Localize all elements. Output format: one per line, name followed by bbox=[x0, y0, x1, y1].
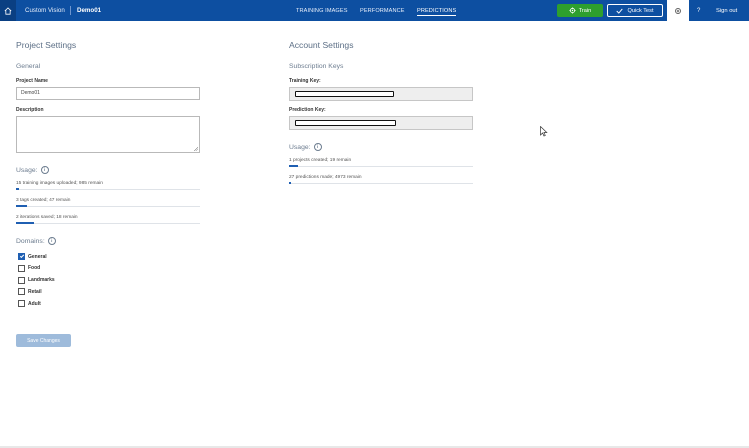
domain-label: Landmarks bbox=[28, 277, 55, 284]
check-icon bbox=[616, 8, 624, 14]
project-usage-progress-track bbox=[16, 188, 200, 190]
domain-checkbox[interactable] bbox=[18, 276, 25, 284]
account-usage-text: 1 projects created; 19 remain bbox=[289, 158, 352, 163]
domain-label: General bbox=[28, 253, 47, 260]
account-usage-progress-fill bbox=[289, 182, 291, 184]
project-usage-text: 2 iterations saved; 18 remain bbox=[16, 215, 78, 220]
tab-predictions-label: PREDICTIONS bbox=[417, 8, 457, 16]
account-usage-title: Usage: i bbox=[289, 143, 322, 151]
domains-title-text: Domains: bbox=[16, 237, 45, 245]
project-name-label: Project Name bbox=[16, 78, 48, 84]
domains-title: Domains: i bbox=[16, 237, 56, 245]
prediction-key-field[interactable] bbox=[289, 116, 473, 130]
training-key-field[interactable] bbox=[289, 87, 473, 101]
resize-grip[interactable] bbox=[194, 147, 198, 151]
domain-option-adult[interactable]: Adult bbox=[18, 300, 41, 308]
project-usage-progress-fill bbox=[16, 222, 34, 224]
account-usage-progress-track bbox=[289, 182, 473, 184]
account-settings-title: Account Settings bbox=[289, 40, 354, 50]
prediction-key-redaction bbox=[295, 120, 396, 126]
info-icon[interactable]: i bbox=[313, 143, 322, 151]
training-key-redaction bbox=[295, 91, 394, 97]
domain-checkbox[interactable] bbox=[18, 300, 25, 308]
app-brand-link[interactable]: Custom Vision bbox=[25, 0, 65, 21]
account-usage-progress-fill bbox=[289, 165, 298, 167]
sign-out-link[interactable]: Sign out bbox=[716, 0, 737, 21]
brand-separator bbox=[70, 6, 71, 15]
project-usage-text: 3 tags created; 47 remain bbox=[16, 198, 71, 203]
gear-icon bbox=[569, 7, 576, 14]
project-usage-title-text: Usage: bbox=[16, 166, 38, 174]
account-usage-progress-track bbox=[289, 165, 473, 167]
domain-label: Food bbox=[28, 265, 41, 272]
domain-option-food[interactable]: Food bbox=[18, 264, 41, 272]
tab-training-images-label: TRAINING IMAGES bbox=[296, 8, 348, 14]
quick-test-button[interactable]: Quick Test bbox=[607, 4, 663, 17]
home-button[interactable] bbox=[0, 0, 16, 21]
quick-test-button-label: Quick Test bbox=[627, 7, 654, 14]
domain-option-landmarks[interactable]: Landmarks bbox=[18, 276, 55, 284]
domain-label: Adult bbox=[28, 300, 41, 307]
project-usage-progress-fill bbox=[16, 188, 19, 190]
domain-checkbox[interactable] bbox=[18, 288, 25, 296]
tab-performance-label: PERFORMANCE bbox=[360, 8, 405, 14]
tab-training-images[interactable]: TRAINING IMAGES bbox=[296, 0, 348, 21]
account-usage-text: 27 predictions made; 4973 remain bbox=[289, 175, 362, 180]
account-usage-title-text: Usage: bbox=[289, 143, 311, 151]
tab-predictions[interactable]: PREDICTIONS bbox=[417, 0, 457, 21]
prediction-key-label: Prediction Key: bbox=[289, 107, 326, 113]
project-usage-progress-track bbox=[16, 205, 200, 207]
project-usage-text: 15 training images uploaded; 985 remain bbox=[16, 181, 103, 186]
info-icon[interactable]: i bbox=[40, 166, 49, 174]
description-textarea[interactable] bbox=[16, 116, 200, 153]
project-usage-title: Usage: i bbox=[16, 166, 49, 174]
project-usage-progress-fill bbox=[16, 205, 27, 207]
mouse-cursor-icon bbox=[540, 126, 548, 137]
project-usage-progress-track bbox=[16, 222, 200, 224]
domain-option-retail[interactable]: Retail bbox=[18, 288, 42, 296]
train-button-label: Train bbox=[578, 7, 592, 14]
info-icon[interactable]: i bbox=[47, 237, 56, 245]
home-icon bbox=[4, 6, 12, 15]
settings-button[interactable] bbox=[667, 0, 689, 21]
general-heading: General bbox=[16, 63, 41, 70]
project-name-breadcrumb[interactable]: Demo01 bbox=[77, 0, 101, 21]
settings-gear-icon bbox=[675, 7, 681, 14]
domain-checkbox[interactable] bbox=[18, 253, 25, 260]
description-label: Description bbox=[16, 107, 44, 113]
domain-label: Retail bbox=[28, 288, 42, 295]
project-settings-title: Project Settings bbox=[16, 40, 77, 50]
domain-option-general[interactable]: General bbox=[18, 253, 47, 260]
tab-performance[interactable]: PERFORMANCE bbox=[360, 0, 405, 21]
domain-checkbox[interactable] bbox=[18, 264, 25, 272]
help-button[interactable]: ? bbox=[697, 0, 700, 21]
save-changes-button[interactable]: Save Changes bbox=[16, 334, 71, 347]
train-button[interactable]: Train bbox=[557, 4, 603, 17]
top-navigation-bar: Custom Vision Demo01 TRAINING IMAGES PER… bbox=[0, 0, 749, 21]
project-name-input[interactable]: Demo01 bbox=[16, 87, 200, 100]
subscription-keys-heading: Subscription Keys bbox=[289, 63, 344, 70]
training-key-label: Training Key: bbox=[289, 78, 321, 84]
